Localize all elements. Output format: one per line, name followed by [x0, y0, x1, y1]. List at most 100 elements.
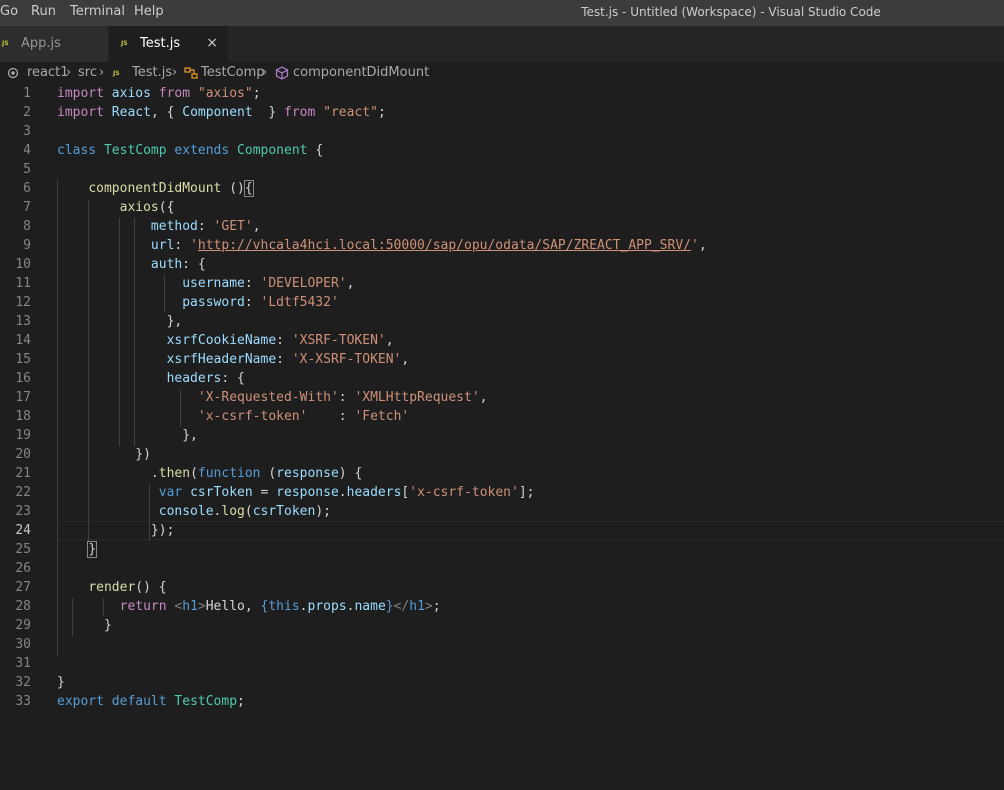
code-line: 12 password: 'Ldtf5432' — [0, 293, 1004, 312]
breadcrumb-root[interactable]: react1 — [27, 62, 69, 84]
line-number: 28 — [15, 599, 31, 614]
line-number: 7 — [23, 200, 31, 215]
code-line: 29 } — [0, 616, 1004, 635]
code-text: xsrfCookieName: 'XSRF-TOKEN', — [166, 333, 394, 348]
code-line: 1 import axios from "axios"; — [0, 84, 1004, 103]
repo-icon — [7, 62, 19, 84]
code-text: auth: { — [150, 257, 206, 272]
javascript-file-icon: JS — [2, 40, 9, 47]
code-line: 28 return <h1>Hello, {this.props.name}</… — [0, 597, 1004, 616]
code-text: export default TestComp; — [57, 694, 245, 709]
line-number: 4 — [23, 143, 31, 158]
breadcrumb-class[interactable]: TestComp — [201, 62, 265, 84]
line-number: 21 — [15, 466, 31, 481]
line-number: 12 — [15, 295, 31, 310]
code-editor[interactable]: 1 import axios from "axios"; 2 import Re… — [0, 84, 1004, 790]
line-number: 29 — [15, 618, 31, 633]
line-number: 33 — [15, 694, 31, 709]
code-line: 19 }, — [0, 426, 1004, 445]
line-number: 20 — [15, 447, 31, 462]
code-line: 13 }, — [0, 312, 1004, 331]
code-line: 26 — [0, 559, 1004, 578]
code-line: 23 console.log(csrToken); — [0, 502, 1004, 521]
line-number: 15 — [15, 352, 31, 367]
code-line: 8 method: 'GET', — [0, 217, 1004, 236]
code-text: }) — [57, 447, 151, 462]
line-number: 9 — [23, 238, 31, 253]
chevron-right-icon: › — [262, 65, 268, 80]
code-text: 'x-csrf-token' : 'Fetch' — [197, 409, 410, 424]
code-text: import axios from "axios"; — [57, 86, 261, 101]
line-number: 14 — [15, 333, 31, 348]
breadcrumb-folder[interactable]: src — [78, 62, 97, 84]
editor-tabs: JS App.js JS Test.js × — [0, 26, 1004, 62]
code-line: 22 var csrToken = response.headers['x-cs… — [0, 483, 1004, 502]
code-line: 25 } — [0, 540, 1004, 559]
menu-help[interactable]: Help — [134, 0, 164, 26]
breadcrumb: react1 › src › JS Test.js › TestComp › c… — [0, 62, 1004, 84]
code-line: 9 url: 'http://vhcala4hci.local:50000/sa… — [0, 236, 1004, 255]
code-text: } — [57, 675, 65, 690]
code-text: render() { — [88, 580, 167, 595]
close-icon[interactable]: × — [206, 26, 218, 62]
code-line: 16 headers: { — [0, 369, 1004, 388]
line-number: 31 — [15, 656, 31, 671]
breadcrumb-file[interactable]: Test.js — [132, 62, 172, 84]
code-line: 33 export default TestComp; — [0, 692, 1004, 711]
tab-app-js[interactable]: JS App.js — [0, 26, 108, 62]
code-line: 31 — [0, 654, 1004, 673]
chevron-right-icon: › — [172, 65, 178, 80]
line-number: 17 — [15, 390, 31, 405]
code-text: 'X-Requested-With': 'XMLHttpRequest', — [197, 390, 488, 405]
line-number: 1 — [23, 86, 31, 101]
chevron-right-icon: › — [99, 65, 105, 80]
code-text: class TestComp extends Component { — [57, 143, 324, 158]
line-number: 16 — [15, 371, 31, 386]
line-number: 13 — [15, 314, 31, 329]
chevron-right-icon: › — [66, 65, 72, 80]
code-text: import React, { Component } from "react"… — [57, 105, 386, 120]
line-number: 24 — [15, 523, 31, 538]
code-line: 17 'X-Requested-With': 'XMLHttpRequest', — [0, 388, 1004, 407]
menu-go[interactable]: Go — [0, 0, 18, 26]
code-text: return <h1>Hello, {this.props.name}</h1>… — [119, 599, 441, 614]
code-text: }); — [57, 523, 175, 538]
code-text: componentDidMount (){ — [88, 180, 254, 197]
code-text: .then(function (response) { — [57, 466, 363, 481]
code-line: 4 class TestComp extends Component { — [0, 141, 1004, 160]
code-line: 27 render() { — [0, 578, 1004, 597]
code-text: url: 'http://vhcala4hci.local:50000/sap/… — [150, 238, 707, 253]
code-text: var csrToken = response.headers['x-csrf-… — [158, 485, 535, 500]
code-text: headers: { — [166, 371, 245, 386]
breadcrumb-method[interactable]: componentDidMount — [293, 62, 429, 84]
line-number: 11 — [15, 276, 31, 291]
line-number: 23 — [15, 504, 31, 519]
code-text: password: 'Ldtf5432' — [182, 295, 339, 310]
line-number: 8 — [23, 219, 31, 234]
code-line: 20 }) — [0, 445, 1004, 464]
code-line: 3 — [0, 122, 1004, 141]
code-text: xsrfHeaderName: 'X-XSRF-TOKEN', — [166, 352, 410, 367]
javascript-file-icon: JS — [113, 70, 120, 77]
menu-run[interactable]: Run — [31, 0, 56, 26]
tab-test-js[interactable]: JS Test.js × — [109, 26, 228, 62]
code-line: 18 'x-csrf-token' : 'Fetch' — [0, 407, 1004, 426]
code-text: axios({ — [119, 200, 175, 215]
code-line: 15 xsrfHeaderName: 'X-XSRF-TOKEN', — [0, 350, 1004, 369]
code-text: console.log(csrToken); — [158, 504, 331, 519]
menu-terminal[interactable]: Terminal — [70, 0, 125, 26]
line-number: 22 — [15, 485, 31, 500]
code-line: 11 username: 'DEVELOPER', — [0, 274, 1004, 293]
line-number: 25 — [15, 542, 31, 557]
code-line: 24 }); — [0, 521, 1004, 540]
line-number: 2 — [23, 105, 31, 120]
method-symbol-icon — [275, 62, 289, 84]
title-bar: Go Run Terminal Help Test.js - Untitled … — [0, 0, 1004, 26]
line-number: 10 — [15, 257, 31, 272]
code-text: } — [57, 618, 112, 633]
line-number: 26 — [15, 561, 31, 576]
code-text: } — [87, 541, 98, 558]
line-number: 19 — [15, 428, 31, 443]
line-number: 18 — [15, 409, 31, 424]
line-number: 3 — [23, 124, 31, 139]
